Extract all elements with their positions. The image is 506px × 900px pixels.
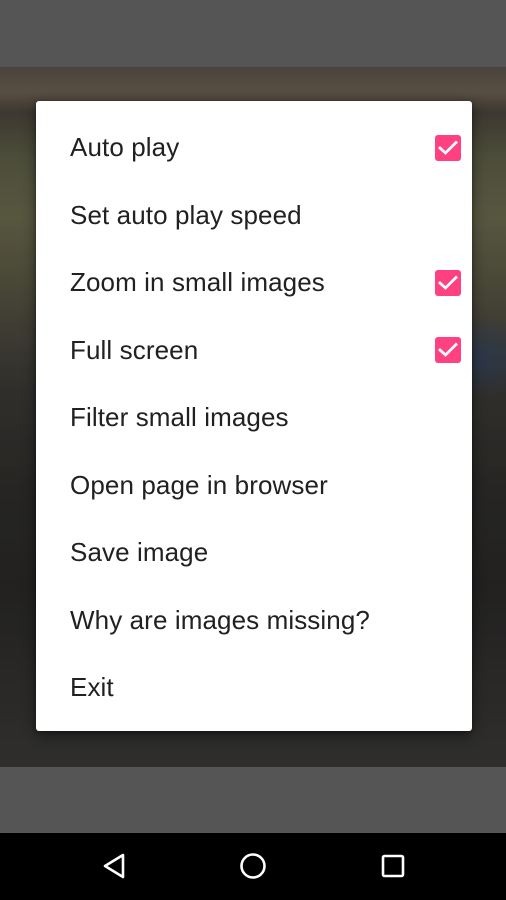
back-button[interactable] — [94, 848, 134, 884]
menu-item-auto-play[interactable]: Auto play — [36, 114, 472, 182]
options-menu: Auto play Set auto play speed Zoom in sm… — [36, 101, 472, 731]
menu-item-label: Exit — [70, 672, 114, 703]
zoom-in-small-images-checkbox[interactable] — [435, 269, 461, 296]
menu-item-set-auto-play-speed[interactable]: Set auto play speed — [36, 182, 472, 250]
checkmark-icon — [438, 342, 458, 358]
menu-item-label: Set auto play speed — [70, 199, 302, 230]
menu-item-label: Open page in browser — [70, 469, 328, 500]
recents-button[interactable] — [373, 848, 413, 884]
menu-item-save-image[interactable]: Save image — [36, 519, 472, 587]
menu-item-label: Save image — [70, 537, 209, 568]
back-triangle-icon — [103, 853, 125, 879]
menu-item-zoom-in-small-images[interactable]: Zoom in small images — [36, 249, 472, 317]
menu-item-label: Full screen — [70, 334, 199, 365]
menu-item-label: Why are images missing? — [70, 604, 370, 635]
menu-item-open-page-in-browser[interactable]: Open page in browser — [36, 452, 472, 520]
system-navigation-bar — [0, 833, 506, 900]
checkmark-icon — [438, 140, 458, 155]
home-button[interactable] — [233, 848, 273, 884]
menu-item-full-screen[interactable]: Full screen — [36, 317, 472, 385]
auto-play-checkbox[interactable] — [435, 134, 461, 161]
phone-screen: Auto play Set auto play speed Zoom in sm… — [0, 0, 506, 900]
menu-item-exit[interactable]: Exit — [36, 654, 472, 722]
recents-square-icon — [381, 854, 405, 878]
menu-item-label: Auto play — [70, 132, 180, 163]
home-circle-icon — [240, 853, 266, 879]
menu-item-label: Zoom in small images — [70, 267, 325, 298]
full-screen-checkbox[interactable] — [435, 337, 461, 364]
checkmark-icon — [438, 275, 458, 290]
top-scrim — [0, 0, 506, 67]
bottom-scrim — [0, 767, 506, 833]
menu-item-label: Filter small images — [70, 402, 289, 433]
menu-item-filter-small-images[interactable]: Filter small images — [36, 384, 472, 452]
menu-item-why-are-images-missing[interactable]: Why are images missing? — [36, 587, 472, 655]
